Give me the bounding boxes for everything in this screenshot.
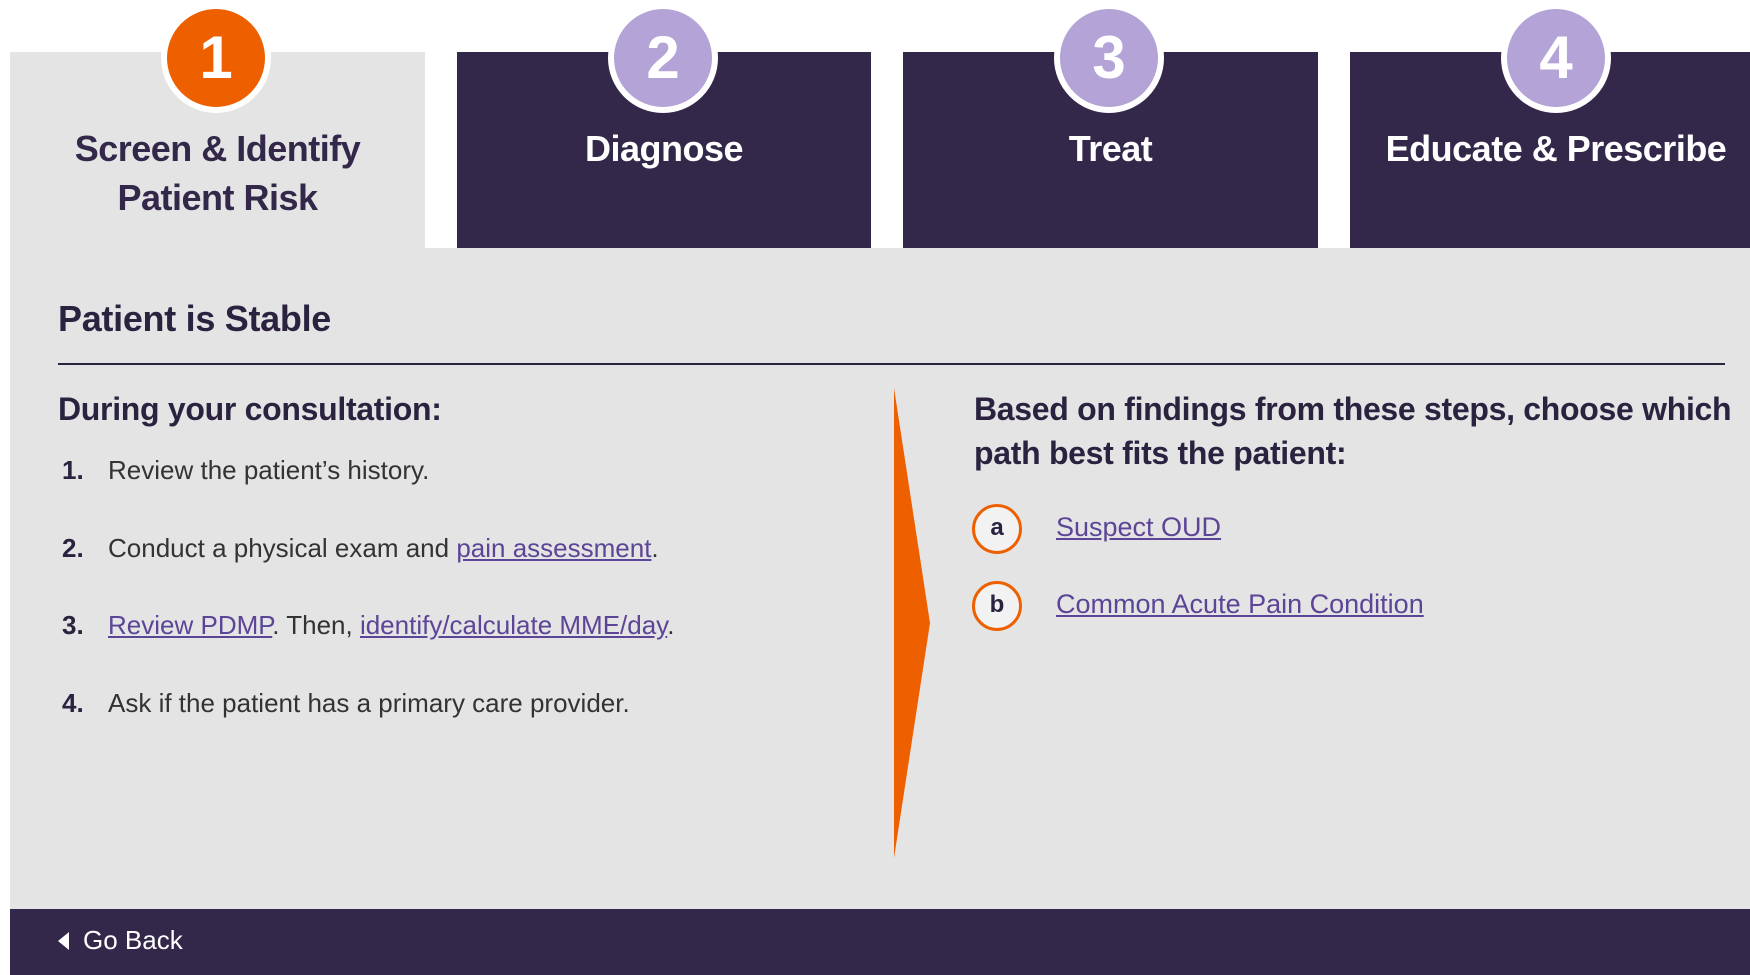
item-text: Conduct a physical exam and	[108, 532, 457, 563]
path-options: a Suspect OUD b Common Acute Pain Condit…	[972, 504, 1424, 658]
content-panel: Patient is Stable During your consultati…	[10, 248, 1750, 909]
list-item: 2. Conduct a physical exam and pain asses…	[62, 532, 675, 610]
tab-label: Treat	[1068, 128, 1153, 169]
consultation-steps: 1. Review the patient’s history. 2. Conduc…	[62, 454, 675, 764]
item-number: 3.	[62, 610, 84, 640]
step-number-badge: 1	[161, 3, 271, 113]
go-back-button[interactable]: Go Back	[58, 925, 183, 956]
item-text: Review the patient’s history.	[108, 455, 430, 485]
page: Screen & Identify Patient Risk Diagnose …	[0, 0, 1750, 975]
common-acute-pain-link[interactable]: Common Acute Pain Condition	[1056, 589, 1424, 619]
pain-assessment-link[interactable]: pain assessment	[456, 533, 651, 563]
suspect-oud-link[interactable]: Suspect OUD	[1056, 512, 1221, 542]
item-number: 4.	[62, 687, 84, 718]
path-heading: Based on findings from these steps, choo…	[974, 391, 1732, 471]
chevron-divider-icon	[894, 388, 930, 858]
tab-label: Diagnose	[584, 128, 744, 169]
divider	[58, 363, 1725, 365]
item-text: .	[667, 610, 675, 640]
path-letter-badge: a	[972, 504, 1022, 554]
list-item: 3. Review PDMP. Then, identify/calculate …	[62, 609, 675, 687]
item-number: 1.	[62, 455, 84, 485]
consultation-heading: During your consultation:	[58, 391, 442, 427]
tab-label: Educate & Prescribe	[1385, 128, 1727, 169]
tab-label: Screen & Identify Patient Risk	[74, 128, 361, 218]
panel-title: Patient is Stable	[58, 298, 331, 339]
item-text: .	[651, 532, 659, 563]
list-item: 4. Ask if the patient has a primary care …	[62, 687, 675, 765]
list-item: 1. Review the patient’s history.	[62, 454, 675, 532]
mme-calculator-link[interactable]: identify/calculate MME/day	[360, 610, 667, 640]
footer-bar: Go Back	[10, 909, 1750, 975]
step-number-badge: 3	[1054, 3, 1164, 113]
go-back-label: Go Back	[83, 925, 183, 955]
review-pdmp-link[interactable]: Review PDMP	[108, 610, 272, 640]
caret-left-icon	[58, 931, 69, 950]
path-option: b Common Acute Pain Condition	[972, 581, 1424, 658]
item-text: . Then,	[272, 610, 360, 640]
item-text: Ask if the patient has a primary care pr…	[108, 687, 630, 718]
item-number: 2.	[62, 532, 84, 563]
path-letter-badge: b	[972, 581, 1022, 631]
path-option: a Suspect OUD	[972, 504, 1424, 581]
step-number-badge: 2	[608, 3, 718, 113]
step-number-badge: 4	[1501, 3, 1611, 113]
